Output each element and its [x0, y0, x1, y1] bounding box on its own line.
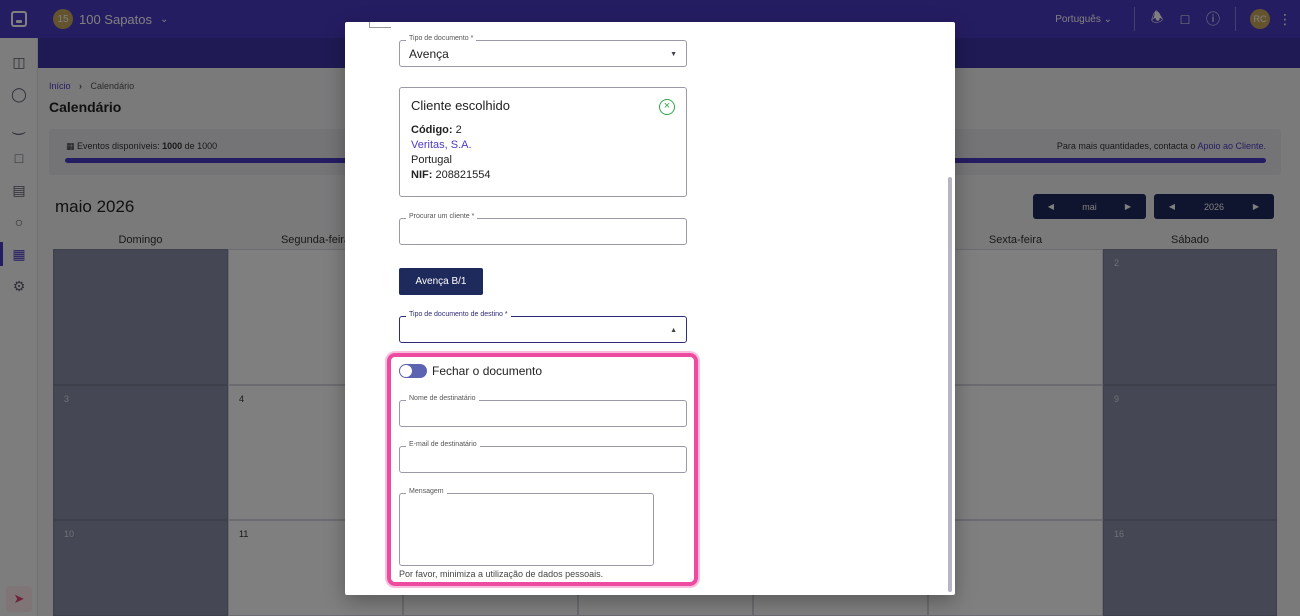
- close-circle-icon[interactable]: ×: [659, 99, 675, 115]
- modal-scrollbar[interactable]: [948, 177, 952, 592]
- client-code-label: Código:: [411, 124, 453, 136]
- divider: [369, 22, 391, 28]
- client-nif-label: NIF:: [411, 169, 433, 181]
- close-document-toggle[interactable]: [399, 364, 427, 378]
- caret-up-icon: ▲: [670, 327, 677, 334]
- client-code: Código: 2: [411, 123, 675, 138]
- convert-document-modal: Tipo de documento * Avença ▼ Cliente esc…: [345, 22, 955, 595]
- field-label: Procurar um cliente *: [406, 213, 478, 220]
- field-label: Tipo de documento *: [406, 35, 477, 42]
- caret-down-icon: ▼: [670, 51, 677, 58]
- client-nif-value: 208821554: [435, 169, 491, 181]
- client-card-title: Cliente escolhido: [411, 98, 511, 113]
- field-label: E-mail de destinatário: [406, 441, 480, 448]
- series-button[interactable]: Avença B/1: [399, 268, 483, 295]
- recipient-email-input[interactable]: E-mail de destinatário: [399, 441, 687, 473]
- search-client-input[interactable]: Procurar um cliente *: [399, 213, 687, 245]
- client-code-value: 2: [455, 124, 462, 136]
- close-document-label: Fechar o documento: [432, 364, 543, 378]
- field-value: Avença: [409, 47, 449, 61]
- client-country: Portugal: [411, 154, 452, 166]
- field-label: Nome de destinatário: [406, 395, 479, 402]
- target-document-type-select[interactable]: Tipo de documento de destino * ▲: [399, 311, 687, 343]
- document-type-select[interactable]: Tipo de documento * Avença ▼: [399, 35, 687, 67]
- selected-client-card: Cliente escolhido × Código: 2 Veritas, S…: [399, 87, 687, 197]
- field-label: Mensagem: [406, 488, 447, 495]
- message-textarea[interactable]: Mensagem: [399, 488, 654, 566]
- client-name-link[interactable]: Veritas, S.A.: [411, 138, 675, 153]
- client-nif: NIF: 208821554: [411, 168, 675, 183]
- privacy-hint: Por favor, minimiza a utilização de dado…: [399, 569, 604, 579]
- field-label: Tipo de documento de destino *: [406, 311, 511, 318]
- recipient-name-input[interactable]: Nome de destinatário: [399, 395, 687, 427]
